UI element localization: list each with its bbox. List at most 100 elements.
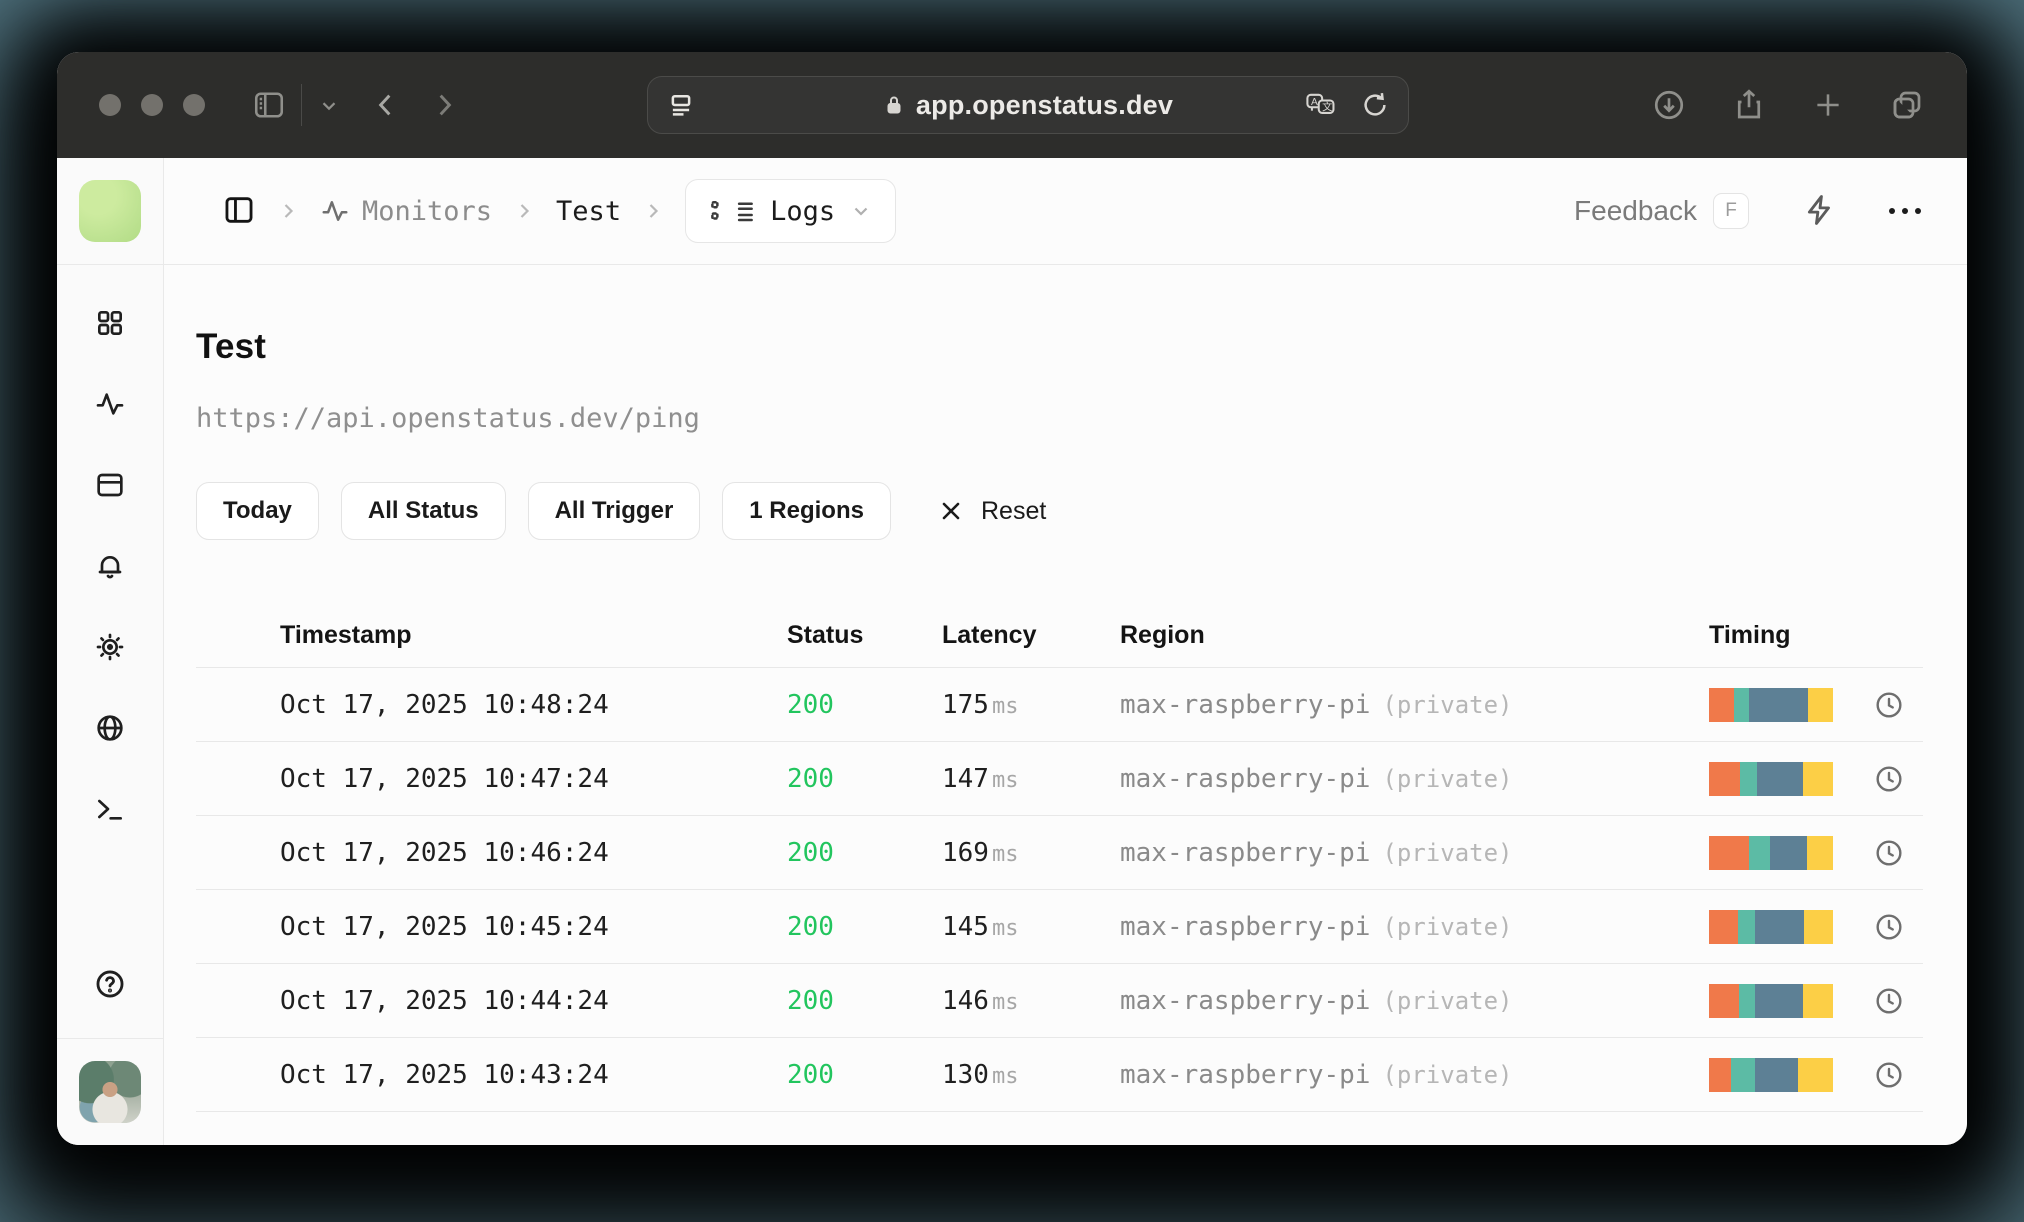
table-row[interactable]: Oct 17, 2025 10:45:24 200 145 ms max-rasp… <box>196 890 1923 964</box>
clock-icon[interactable] <box>1873 689 1905 721</box>
clock-icon[interactable] <box>1873 1059 1905 1091</box>
log-status-code: 200 <box>787 837 834 868</box>
filter-date-button[interactable]: Today <box>196 482 319 540</box>
view-select-logs[interactable]: Logs <box>685 179 897 243</box>
browser-window: app.openstatus.dev A文 Monitors Test Logs… <box>57 52 1967 1145</box>
log-latency: 145 ms <box>942 911 1019 942</box>
sidebar-item-cli[interactable] <box>94 793 126 828</box>
reload-button[interactable] <box>1360 90 1390 120</box>
timing-segment <box>1769 835 1807 870</box>
lock-icon <box>882 93 906 117</box>
sidebar-item-settings[interactable] <box>94 631 126 666</box>
toolbar-divider <box>301 84 302 126</box>
log-status-code: 200 <box>787 985 834 1016</box>
log-timestamp: Oct 17, 2025 10:47:24 <box>280 763 609 794</box>
table-header-row: Timestamp Status Latency Region Timing <box>196 604 1923 668</box>
table-row[interactable]: Oct 17, 2025 10:44:24 200 146 ms max-rasp… <box>196 964 1923 1038</box>
table-row[interactable]: Oct 17, 2025 10:47:24 200 147 ms max-rasp… <box>196 742 1923 816</box>
log-latency: 130 ms <box>942 1059 1019 1090</box>
filter-status-button[interactable]: All Status <box>340 482 506 540</box>
log-latency: 169 ms <box>942 837 1019 868</box>
clock-icon[interactable] <box>1873 911 1905 943</box>
help-button[interactable] <box>93 967 127 1004</box>
more-options-button[interactable] <box>1889 208 1921 214</box>
globe-icon <box>94 712 126 747</box>
translate-icon: A文 <box>1304 90 1338 120</box>
reset-filters-button[interactable]: Reset <box>937 497 1046 526</box>
sidebar-item-status-pages[interactable] <box>94 469 126 504</box>
share-button[interactable] <box>1731 87 1767 123</box>
quick-actions-button[interactable] <box>1803 193 1837 230</box>
chevron-right-icon <box>276 199 300 223</box>
feedback-shortcut-badge: F <box>1713 193 1749 229</box>
chevron-right-icon <box>641 199 665 223</box>
panel-icon <box>94 469 126 504</box>
timing-segment <box>1709 687 1734 722</box>
tabs-icon <box>1889 87 1925 123</box>
sidebar-item-dashboard[interactable] <box>94 307 126 342</box>
logs-table: Timestamp Status Latency Region Timing O… <box>196 604 1923 1112</box>
address-bar[interactable]: app.openstatus.dev A文 <box>646 76 1409 134</box>
table-row[interactable]: Oct 17, 2025 10:48:24 200 175 ms max-rasp… <box>196 668 1923 742</box>
terminal-icon <box>94 793 126 828</box>
clock-icon[interactable] <box>1873 837 1905 869</box>
safari-sidebar-button[interactable] <box>251 87 287 123</box>
timing-bar <box>1709 909 1833 944</box>
translate-button[interactable]: A文 <box>1304 90 1338 120</box>
column-header-timing[interactable]: Timing <box>1709 621 1923 650</box>
downloads-button[interactable] <box>1651 87 1687 123</box>
sidebar-chevron-button[interactable] <box>318 94 340 116</box>
breadcrumb-monitors[interactable]: Monitors <box>320 196 492 227</box>
grid-icon <box>94 307 126 342</box>
timing-segment <box>1754 1057 1799 1092</box>
plus-icon <box>1811 88 1845 122</box>
column-header-timestamp[interactable]: Timestamp <box>280 621 787 650</box>
chevron-down-icon <box>318 94 340 116</box>
sidebar-toggle-button[interactable] <box>222 193 256 230</box>
timing-segment <box>1733 687 1749 722</box>
column-header-latency[interactable]: Latency <box>942 621 1120 650</box>
filter-trigger-button[interactable]: All Trigger <box>527 482 701 540</box>
log-region: max-raspberry-pi (private) <box>1120 837 1513 868</box>
sidebar-item-monitors[interactable] <box>94 388 126 423</box>
share-icon <box>1731 87 1767 123</box>
timing-bar <box>1709 1057 1833 1092</box>
close-window-button[interactable] <box>99 94 121 116</box>
table-row[interactable]: Oct 17, 2025 10:46:24 200 169 ms max-rasp… <box>196 816 1923 890</box>
feedback-button[interactable]: Feedback F <box>1574 193 1749 229</box>
sidebar-item-domains[interactable] <box>94 712 126 747</box>
monitor-endpoint-url: https://api.openstatus.dev/ping <box>196 403 700 434</box>
new-tab-button[interactable] <box>1811 88 1845 122</box>
clock-icon[interactable] <box>1873 985 1905 1017</box>
timing-segment <box>1803 761 1833 796</box>
log-latency: 147 ms <box>942 763 1019 794</box>
breadcrumb-monitor-name[interactable]: Test <box>556 196 621 227</box>
log-timestamp: Oct 17, 2025 10:45:24 <box>280 911 609 942</box>
column-header-region[interactable]: Region <box>1120 621 1709 650</box>
panel-left-icon <box>222 193 256 230</box>
gear-icon <box>94 631 126 666</box>
log-region: max-raspberry-pi (private) <box>1120 763 1513 794</box>
user-avatar[interactable] <box>79 1061 141 1123</box>
log-timestamp: Oct 17, 2025 10:43:24 <box>280 1059 609 1090</box>
timing-segment <box>1808 687 1833 722</box>
back-button[interactable] <box>370 89 402 121</box>
workspace-logo[interactable] <box>79 180 141 242</box>
forward-button[interactable] <box>428 89 460 121</box>
window-controls <box>99 94 205 116</box>
timing-segment <box>1737 909 1755 944</box>
minimize-window-button[interactable] <box>141 94 163 116</box>
sidebar-panel-icon <box>251 87 287 123</box>
timing-segment <box>1709 835 1749 870</box>
clock-icon[interactable] <box>1873 763 1905 795</box>
timing-segment <box>1754 909 1805 944</box>
log-timestamp: Oct 17, 2025 10:48:24 <box>280 689 609 720</box>
tab-overview-button[interactable] <box>1889 87 1925 123</box>
timing-bar <box>1709 761 1833 796</box>
column-header-status[interactable]: Status <box>787 621 942 650</box>
sidebar-item-notifications[interactable] <box>94 550 126 585</box>
table-row[interactable]: Oct 17, 2025 10:43:24 200 130 ms max-rasp… <box>196 1038 1923 1112</box>
zoom-window-button[interactable] <box>183 94 205 116</box>
filter-regions-button[interactable]: 1 Regions <box>722 482 891 540</box>
download-icon <box>1651 87 1687 123</box>
